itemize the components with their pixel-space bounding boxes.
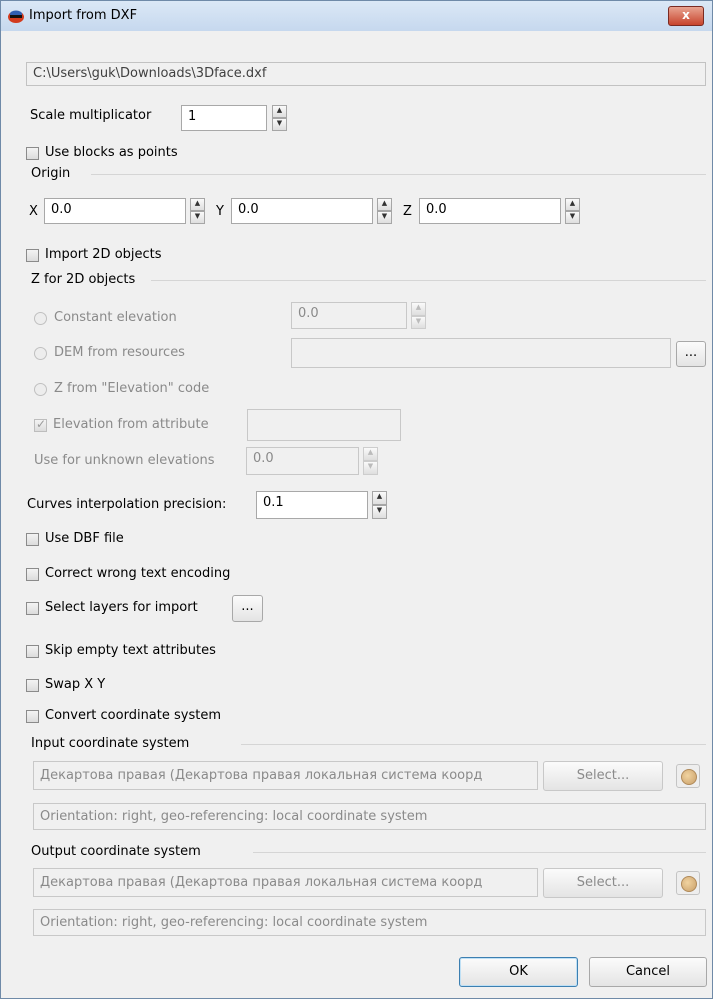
use-blocks-label: Use blocks as points bbox=[45, 145, 178, 160]
use-dbf-label: Use DBF file bbox=[45, 531, 124, 546]
import-2d-checkbox[interactable] bbox=[26, 249, 39, 262]
select-layers-checkbox[interactable] bbox=[26, 602, 39, 615]
dem-resources-input[interactable] bbox=[291, 338, 671, 368]
output-cs-name-field: Декартова правая (Декартова правая локал… bbox=[33, 868, 538, 897]
input-cs-group-label: Input coordinate system bbox=[31, 736, 190, 751]
input-cs-name-field: Декартова правая (Декартова правая локал… bbox=[33, 761, 538, 790]
z2d-divider bbox=[151, 280, 706, 281]
z2d-group-label: Z for 2D objects bbox=[31, 272, 136, 287]
origin-group-label: Origin bbox=[31, 166, 71, 181]
dem-resources-radio[interactable] bbox=[34, 347, 47, 360]
origin-x-spinner[interactable]: ▲ ▼ bbox=[190, 198, 205, 224]
cancel-button[interactable]: Cancel bbox=[589, 957, 707, 987]
correct-encoding-checkbox[interactable] bbox=[26, 568, 39, 581]
import-dxf-dialog: Import from DXF x C:\Users\guk\Downloads… bbox=[0, 0, 713, 999]
output-cs-divider bbox=[253, 852, 706, 853]
input-cs-description: Orientation: right, geo-referencing: loc… bbox=[33, 803, 706, 830]
origin-y-spinner[interactable]: ▲ ▼ bbox=[377, 198, 392, 224]
z-from-code-radio[interactable] bbox=[34, 383, 47, 396]
input-cs-divider bbox=[241, 744, 706, 745]
input-cs-select-button[interactable]: Select... bbox=[543, 761, 663, 791]
globe-icon[interactable] bbox=[676, 871, 700, 895]
import-2d-label: Import 2D objects bbox=[45, 247, 162, 262]
unknown-elevations-input[interactable]: 0.0 bbox=[246, 447, 359, 475]
unknown-elevations-label: Use for unknown elevations bbox=[34, 453, 215, 468]
skip-empty-label: Skip empty text attributes bbox=[45, 643, 216, 658]
app-icon bbox=[8, 10, 24, 23]
skip-empty-checkbox[interactable] bbox=[26, 645, 39, 658]
dem-resources-label: DEM from resources bbox=[54, 345, 185, 360]
unknown-elevations-spinner[interactable]: ▲ ▼ bbox=[363, 447, 378, 475]
constant-elevation-label: Constant elevation bbox=[54, 310, 177, 325]
origin-z-label: Z bbox=[403, 204, 412, 219]
origin-y-input[interactable]: 0.0 bbox=[231, 198, 373, 224]
curves-precision-input[interactable]: 0.1 bbox=[256, 491, 368, 519]
output-cs-description: Orientation: right, geo-referencing: loc… bbox=[33, 909, 706, 936]
constant-elevation-input[interactable]: 0.0 bbox=[291, 302, 407, 329]
swap-xy-checkbox[interactable] bbox=[26, 679, 39, 692]
scale-spinner[interactable]: ▲ ▼ bbox=[272, 105, 287, 131]
constant-elevation-spinner[interactable]: ▲ ▼ bbox=[411, 302, 426, 329]
scale-input[interactable]: 1 bbox=[181, 105, 267, 131]
output-cs-select-button[interactable]: Select... bbox=[543, 868, 663, 898]
elevation-attribute-checkbox[interactable]: ✓ bbox=[34, 417, 47, 432]
origin-z-input[interactable]: 0.0 bbox=[419, 198, 561, 224]
elevation-attribute-input[interactable] bbox=[247, 409, 401, 441]
ok-button[interactable]: OK bbox=[459, 957, 578, 987]
window-title: Import from DXF bbox=[29, 8, 138, 23]
title-bar[interactable]: Import from DXF x bbox=[1, 1, 712, 31]
elevation-attribute-label: Elevation from attribute bbox=[53, 417, 209, 432]
use-dbf-checkbox[interactable] bbox=[26, 533, 39, 546]
constant-elevation-radio[interactable] bbox=[34, 312, 47, 325]
z-from-code-label: Z from "Elevation" code bbox=[54, 381, 210, 396]
convert-cs-checkbox[interactable] bbox=[26, 710, 39, 723]
curves-precision-label: Curves interpolation precision: bbox=[27, 497, 227, 512]
origin-divider bbox=[91, 174, 706, 175]
select-layers-browse-button[interactable]: ... bbox=[232, 595, 263, 622]
file-path-field: C:\Users\guk\Downloads\3Dface.dxf bbox=[26, 62, 706, 86]
correct-encoding-label: Correct wrong text encoding bbox=[45, 566, 231, 581]
close-button[interactable]: x bbox=[668, 6, 704, 26]
output-cs-group-label: Output coordinate system bbox=[31, 844, 201, 859]
use-blocks-checkbox[interactable] bbox=[26, 147, 39, 160]
origin-x-label: X bbox=[29, 204, 38, 219]
dem-browse-button[interactable]: ... bbox=[676, 341, 706, 367]
curves-precision-spinner[interactable]: ▲ ▼ bbox=[372, 491, 387, 519]
swap-xy-label: Swap X Y bbox=[45, 677, 106, 692]
origin-x-input[interactable]: 0.0 bbox=[44, 198, 186, 224]
globe-icon[interactable] bbox=[676, 764, 700, 788]
origin-y-label: Y bbox=[216, 204, 224, 219]
origin-z-spinner[interactable]: ▲ ▼ bbox=[565, 198, 580, 224]
select-layers-label: Select layers for import bbox=[45, 600, 198, 615]
convert-cs-label: Convert coordinate system bbox=[45, 708, 222, 723]
scale-label: Scale multiplicator bbox=[30, 108, 152, 123]
